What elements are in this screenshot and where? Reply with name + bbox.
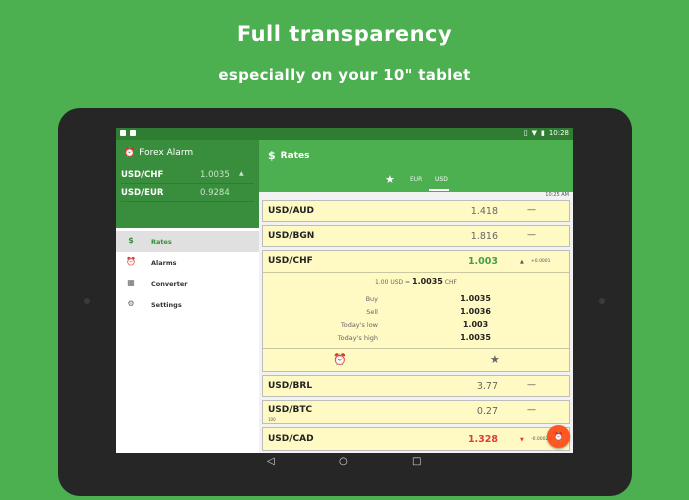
camera-dot-left [84,298,90,304]
recents-square-icon: □ [412,456,422,467]
pair-name: USD/BTC [268,405,313,415]
tablet-screen: ▯ ▼ ▮ 10:28 ⏰ Forex Alarm USD/CHF 1.0035… [116,128,573,453]
menu-item-rates[interactable]: $ Rates [116,231,259,252]
rate-row-usd-chf[interactable]: USD/CHF 1.003 ▲ +0.0001 1.00 USD = 1.003… [262,250,570,372]
rate-row-usd-aud[interactable]: USD/AUD 1.418 — [262,200,570,222]
drawer-pair-name: USD/CHF [121,170,164,180]
pair-rate: 1.418 [470,206,498,217]
pair-rate: 1.003 [467,256,498,267]
dollar-icon: $ [268,149,276,162]
recents-button[interactable]: □ [412,456,421,467]
alarm-add-icon: ⏰ [553,432,564,441]
divider [263,348,569,349]
conversion-value: 1.0035 [412,277,443,286]
subheadline: especially on your 10" tablet [218,66,471,84]
arrow-up-icon: ▲ [520,259,524,265]
pair-note: 100 [268,417,276,422]
app-title: Forex Alarm [139,148,194,158]
tab-favorites[interactable]: ★ [385,173,395,186]
divider [121,183,254,184]
tab-indicator [429,189,449,191]
star-icon: ★ [490,353,500,366]
pair-rate: 3.77 [476,381,498,392]
pair-rate: 0.27 [476,406,498,417]
gear-icon: ⚙ [127,299,135,308]
status-bar: ▯ ▼ ▮ 10:28 [116,128,573,140]
favorite-button[interactable]: ★ [490,353,500,366]
detail-value: 1.0035 [460,294,491,303]
pair-change: +0.0001 [531,259,551,264]
back-button[interactable]: ◁ [267,456,275,467]
tab-usd[interactable]: USD [435,176,448,183]
android-nav-bar: ◁ ○ □ [116,453,573,473]
detail-value: 1.0035 [460,333,491,342]
pair-rate: 1.328 [467,434,498,445]
menu-item-alarms[interactable]: ⏰ Alarms [116,252,259,273]
detail-label: Today's low [340,321,378,329]
drawer-header: ⏰ Forex Alarm USD/CHF 1.0035 ▲ USD/EUR 0… [116,140,259,228]
menu-item-label: Rates [151,238,172,246]
flat-trend-icon: — [527,380,536,390]
flat-trend-icon: — [527,405,536,415]
drawer-pair-row[interactable]: USD/CHF 1.0035 ▲ [121,170,256,180]
drawer-pair-value: 0.9284 [200,188,230,198]
drawer-pair-row[interactable]: USD/EUR 0.9284 [121,188,256,198]
star-icon: ★ [385,173,395,186]
calculator-icon: ▦ [127,278,135,287]
alarm-clock-icon: ⏰ [124,148,136,158]
menu-item-settings[interactable]: ⚙ Settings [116,294,259,315]
pair-rate: 1.816 [470,231,498,242]
detail-label: Today's high [337,334,378,342]
add-alarm-fab[interactable]: ⏰ [547,425,570,448]
last-update-time: 10:25 AM [545,192,569,198]
pair-name: USD/CAD [268,434,314,444]
home-button[interactable]: ○ [339,456,348,467]
pair-name: USD/AUD [268,206,315,216]
vibrate-icon: ▯ [523,129,528,137]
gallery-icon [130,130,137,136]
page-title: Rates [280,150,310,161]
pair-name: USD/CHF [268,256,313,266]
add-alarm-button[interactable]: ⏰ [333,353,347,366]
detail-value: 1.003 [462,320,489,329]
flat-trend-icon: — [527,205,536,215]
pair-change: -0.0002 [531,437,549,442]
camera-dot-right [599,298,605,304]
status-time: 10:28 [548,129,569,137]
drawer-pair-value: 1.0035 [200,170,230,180]
tab-eur[interactable]: EUR [410,176,422,183]
pair-name: USD/BGN [268,231,315,241]
detail-label: Buy [365,295,378,303]
notification-icon [120,130,126,136]
flat-trend-icon: — [527,230,536,240]
drawer-menu: $ Rates ⏰ Alarms ▦ Converter ⚙ Settings [116,228,259,453]
rate-row-usd-bgn[interactable]: USD/BGN 1.816 — [262,225,570,247]
alarm-clock-icon: ⏰ [126,257,136,266]
rates-list: 10:25 AM USD/AUD 1.418 — USD/BGN 1.816 —… [259,192,573,453]
detail-value: 1.0036 [460,307,491,316]
dollar-icon: $ [128,236,134,245]
rates-toolbar: $ Rates ★ EUR USD [259,140,573,192]
divider [121,201,254,202]
menu-item-converter[interactable]: ▦ Converter [116,273,259,294]
menu-item-label: Settings [151,301,182,309]
menu-item-label: Converter [151,280,188,288]
arrow-up-icon: ▲ [239,170,244,177]
drawer-pair-name: USD/EUR [121,188,164,198]
arrow-down-icon: ▼ [520,437,524,443]
alarm-add-icon: ⏰ [333,353,347,366]
detail-label: Sell [366,308,378,316]
pair-name: USD/BRL [268,381,313,391]
rate-row-usd-cad[interactable]: USD/CAD 1.328 ▼ -0.0002 [262,427,570,451]
menu-item-label: Alarms [151,259,177,267]
divider [263,272,569,273]
rate-row-usd-btc[interactable]: USD/BTC 100 0.27 — [262,400,570,424]
home-circle-icon: ○ [339,456,348,467]
conversion-line: 1.00 USD = 1.0035 CHF [375,277,457,286]
back-triangle-icon: ◁ [267,456,275,467]
wifi-icon: ▼ [531,129,537,137]
battery-icon: ▮ [540,129,545,137]
rate-row-usd-brl[interactable]: USD/BRL 3.77 — [262,375,570,397]
headline: Full transparency [236,22,453,46]
